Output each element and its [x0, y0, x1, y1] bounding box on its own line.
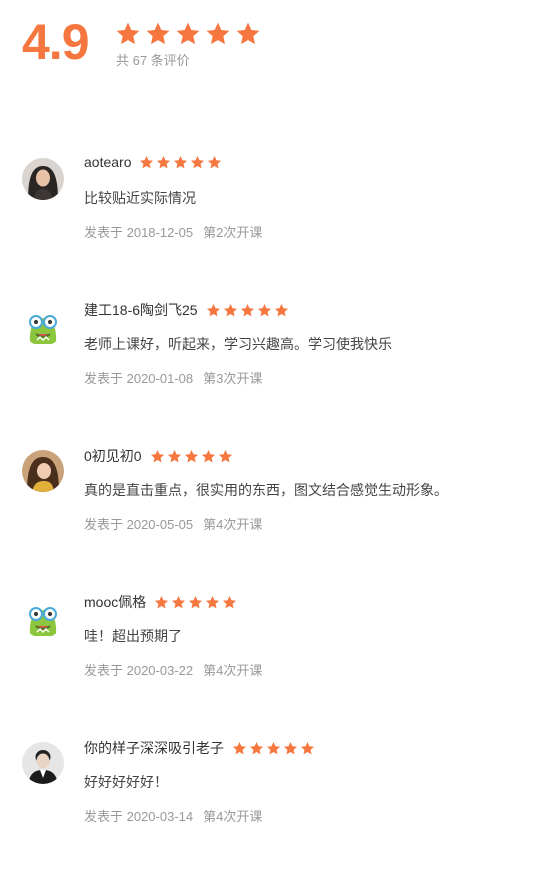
star-icon [300, 741, 315, 754]
star-icon [223, 595, 237, 608]
star-icon [283, 741, 298, 754]
review-header: 建工18-6陶剑飞25 [84, 300, 289, 320]
review-count: 共 67 条评价 [116, 53, 190, 68]
star-icon [249, 741, 264, 754]
star-icon [184, 449, 198, 462]
photo-avatar-icon [22, 450, 64, 492]
user-avatar[interactable] [22, 742, 64, 784]
star-icon [266, 741, 281, 754]
course-session: 第2次开课 [203, 225, 263, 240]
review-meta: 发表于 2020-05-05 第4次开课 [84, 514, 262, 533]
star-icon [150, 449, 164, 462]
review-item: 建工18-6陶剑飞25 老师上课好，听起来，学习兴趣高。学习使我快乐 发表于 2… [0, 296, 551, 442]
star-icon [189, 595, 203, 608]
star-icon [191, 155, 205, 168]
review-list: aotearo 比较贴近实际情况 发表于 2018-12-05 第2次开课 建工… [0, 150, 551, 880]
user-avatar[interactable] [22, 450, 64, 492]
review-item: 你的样子深深吸引老子 好好好好好！ 发表于 2020-03-14 第4次开课 [0, 734, 551, 880]
review-meta: 发表于 2020-03-14 第4次开课 [84, 806, 262, 825]
review-meta: 发表于 2020-01-08 第3次开课 [84, 368, 262, 387]
review-star-rating [139, 155, 222, 170]
username[interactable]: aotearo [84, 154, 131, 170]
star-icon [201, 449, 215, 462]
average-score: 4.9 [22, 14, 90, 70]
review-item: 0初见初0 真的是直击重点，很实用的东西，图文结合感觉生动形象。 发表于 202… [0, 442, 551, 588]
review-comment: 老师上课好，听起来，学习兴趣高。学习使我快乐 [84, 336, 392, 352]
star-icon [206, 22, 230, 45]
star-icon [146, 22, 170, 45]
review-star-rating [232, 741, 315, 756]
review-date: 发表于 2020-05-05 [84, 517, 194, 532]
star-icon [157, 155, 171, 168]
review-date: 发表于 2020-01-08 [84, 371, 194, 386]
star-icon [174, 155, 188, 168]
review-item: aotearo 比较贴近实际情况 发表于 2018-12-05 第2次开课 [0, 150, 551, 296]
summary-star-rating [115, 21, 261, 47]
review-date: 发表于 2018-12-05 [84, 225, 194, 240]
user-avatar[interactable] [22, 158, 64, 200]
username[interactable]: 你的样子深深吸引老子 [84, 738, 224, 758]
star-icon [206, 595, 220, 608]
course-session: 第4次开课 [203, 663, 263, 678]
star-icon [167, 449, 181, 462]
star-icon [274, 303, 288, 316]
username[interactable]: 0初见初0 [84, 446, 142, 466]
star-icon [232, 741, 247, 754]
star-icon [116, 22, 140, 45]
review-meta: 发表于 2018-12-05 第2次开课 [84, 222, 262, 241]
review-date: 发表于 2020-03-22 [84, 663, 194, 678]
review-meta: 发表于 2020-03-22 第4次开课 [84, 660, 262, 679]
review-item: mooc佩格 哇！超出预期了 发表于 2020-03-22 第4次开课 [0, 588, 551, 734]
review-date: 发表于 2020-03-14 [84, 809, 194, 824]
review-star-rating [206, 303, 289, 318]
star-icon [206, 303, 220, 316]
star-icon [140, 155, 154, 168]
star-icon [208, 155, 222, 168]
review-comment: 比较贴近实际情况 [84, 190, 196, 206]
course-session: 第4次开课 [203, 517, 263, 532]
review-star-rating [150, 449, 233, 464]
review-header: 0初见初0 [84, 446, 233, 466]
star-icon [240, 303, 254, 316]
review-comment: 哇！超出预期了 [84, 628, 182, 644]
photo-avatar-icon [22, 742, 64, 784]
review-header: mooc佩格 [84, 592, 237, 612]
user-avatar[interactable] [22, 304, 64, 346]
default-monster-avatar-icon [22, 596, 64, 638]
user-avatar[interactable] [22, 596, 64, 638]
star-icon [155, 595, 169, 608]
review-star-rating [154, 595, 237, 610]
star-icon [176, 22, 200, 45]
username[interactable]: 建工18-6陶剑飞25 [84, 300, 198, 320]
review-comment: 好好好好好！ [84, 774, 168, 790]
star-icon [223, 303, 237, 316]
default-monster-avatar-icon [22, 304, 64, 346]
course-session: 第3次开课 [203, 371, 263, 386]
star-icon [257, 303, 271, 316]
course-session: 第4次开课 [203, 809, 263, 824]
review-header: 你的样子深深吸引老子 [84, 738, 315, 758]
review-comment: 真的是直击重点，很实用的东西，图文结合感觉生动形象。 [84, 482, 448, 498]
username[interactable]: mooc佩格 [84, 592, 146, 612]
star-icon [172, 595, 186, 608]
star-icon [236, 22, 260, 45]
review-header: aotearo [84, 154, 222, 170]
star-icon [218, 449, 232, 462]
photo-avatar-icon [22, 158, 64, 200]
